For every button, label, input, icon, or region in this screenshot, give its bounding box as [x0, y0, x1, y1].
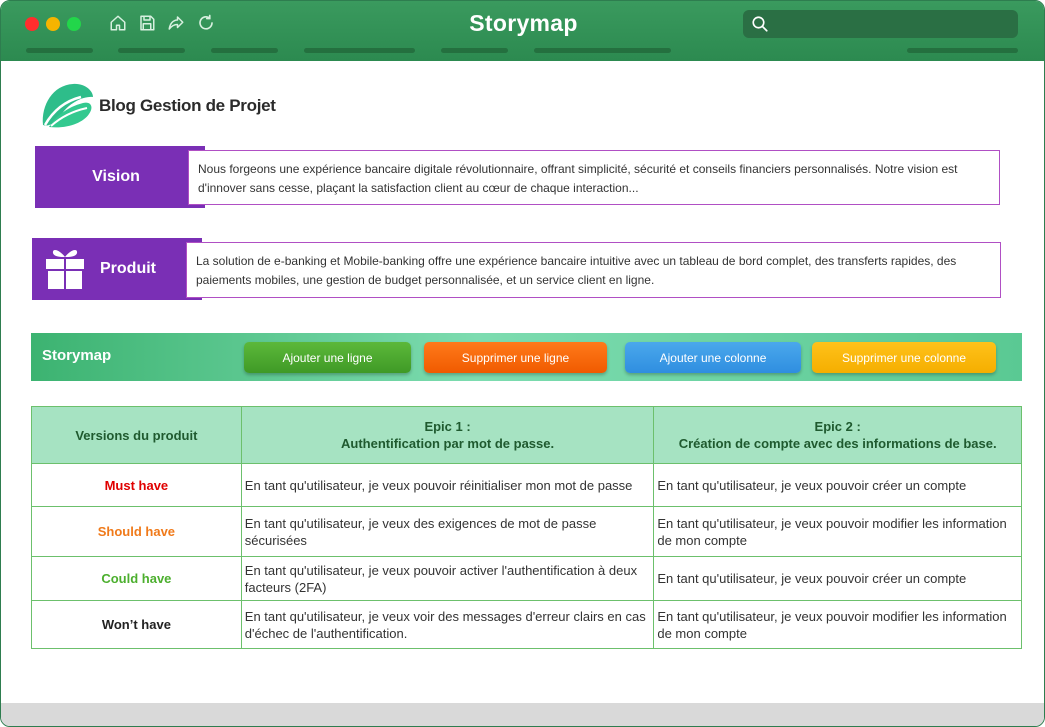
epic-2-title: Epic 2 : — [814, 419, 861, 434]
tab-placeholder[interactable] — [441, 48, 508, 53]
add-row-button[interactable]: Ajouter une ligne — [244, 342, 411, 373]
header-epic-2: Epic 2 : Création de compte avec des inf… — [653, 406, 1022, 464]
add-column-button[interactable]: Ajouter une colonne — [625, 342, 801, 373]
logo: Blog Gestion de Projet — [39, 81, 279, 131]
produit-label-text: Produit — [100, 260, 156, 277]
tab-placeholder[interactable] — [118, 48, 185, 53]
storymap-table: Versions du produit Epic 1 : Authentific… — [31, 406, 1022, 649]
priority-cell[interactable]: Could have — [31, 556, 242, 601]
header-versions-label: Versions du produit — [75, 427, 198, 443]
header-epic-1: Epic 1 : Authentification par mot de pas… — [240, 406, 655, 464]
vision-text-box: Nous forgeons une expérience bancaire di… — [188, 150, 1000, 205]
tab-placeholder[interactable] — [304, 48, 415, 53]
priority-cell[interactable]: Must have — [31, 463, 242, 507]
table-header-row: Versions du produit Epic 1 : Authentific… — [31, 406, 1022, 464]
priority-cell[interactable]: Won’t have — [31, 600, 242, 649]
leaf-logo-icon — [42, 83, 93, 128]
logo-text: Blog Gestion de Projet — [99, 96, 276, 115]
bottom-bar — [1, 703, 1044, 726]
priority-cell[interactable]: Should have — [31, 506, 242, 557]
vision-text: Nous forgeons une expérience bancaire di… — [198, 162, 958, 195]
story-cell[interactable]: En tant qu'utilisateur, je veux pouvoir … — [240, 556, 655, 601]
tab-placeholder[interactable] — [907, 48, 1018, 53]
epic-2-description: Création de compte avec des informations… — [678, 436, 997, 451]
produit-text: La solution de e-banking et Mobile-banki… — [196, 254, 957, 287]
storymap-title: Storymap — [42, 347, 112, 364]
vision-label: Vision — [35, 146, 205, 208]
tab-placeholder[interactable] — [26, 48, 93, 53]
produit-label: Produit — [32, 238, 202, 300]
tab-placeholder[interactable] — [534, 48, 671, 53]
table-row: Won’t have En tant qu'utilisateur, je ve… — [31, 600, 1022, 649]
header-versions: Versions du produit — [31, 406, 242, 464]
title-bar: Storymap — [1, 1, 1044, 61]
story-cell[interactable]: En tant qu'utilisateur, je veux voir des… — [240, 600, 655, 649]
story-cell[interactable]: En tant qu'utilisateur, je veux pouvoir … — [653, 600, 1022, 649]
story-cell[interactable]: En tant qu'utilisateur, je veux pouvoir … — [653, 556, 1022, 601]
epic-1-description: Authentification par mot de passe. — [341, 436, 555, 451]
table-row: Must have En tant qu'utilisateur, je veu… — [31, 463, 1022, 507]
produit-text-box: La solution de e-banking et Mobile-banki… — [186, 242, 1001, 298]
storymap-toolbar: Storymap Ajouter une ligne Supprimer une… — [31, 333, 1022, 381]
gift-icon — [46, 249, 84, 289]
delete-row-button[interactable]: Supprimer une ligne — [424, 342, 607, 373]
vision-label-text: Vision — [92, 168, 140, 185]
story-cell[interactable]: En tant qu'utilisateur, je veux pouvoir … — [240, 463, 655, 507]
story-cell[interactable]: En tant qu'utilisateur, je veux des exig… — [240, 506, 655, 557]
main-content: Blog Gestion de Projet Vision Nous forge… — [1, 61, 1044, 703]
delete-column-button[interactable]: Supprimer une colonne — [812, 342, 996, 373]
story-cell[interactable]: En tant qu'utilisateur, je veux pouvoir … — [653, 463, 1022, 507]
story-cell[interactable]: En tant qu'utilisateur, je veux pouvoir … — [653, 506, 1022, 557]
table-row: Could have En tant qu'utilisateur, je ve… — [31, 556, 1022, 601]
search-icon — [752, 16, 768, 32]
app-window: Storymap Blog Gestion de Projet Vision N — [0, 0, 1045, 727]
search-input[interactable] — [743, 10, 1018, 38]
table-row: Should have En tant qu'utilisateur, je v… — [31, 506, 1022, 557]
tab-placeholder[interactable] — [211, 48, 278, 53]
epic-1-title: Epic 1 : — [424, 419, 471, 434]
